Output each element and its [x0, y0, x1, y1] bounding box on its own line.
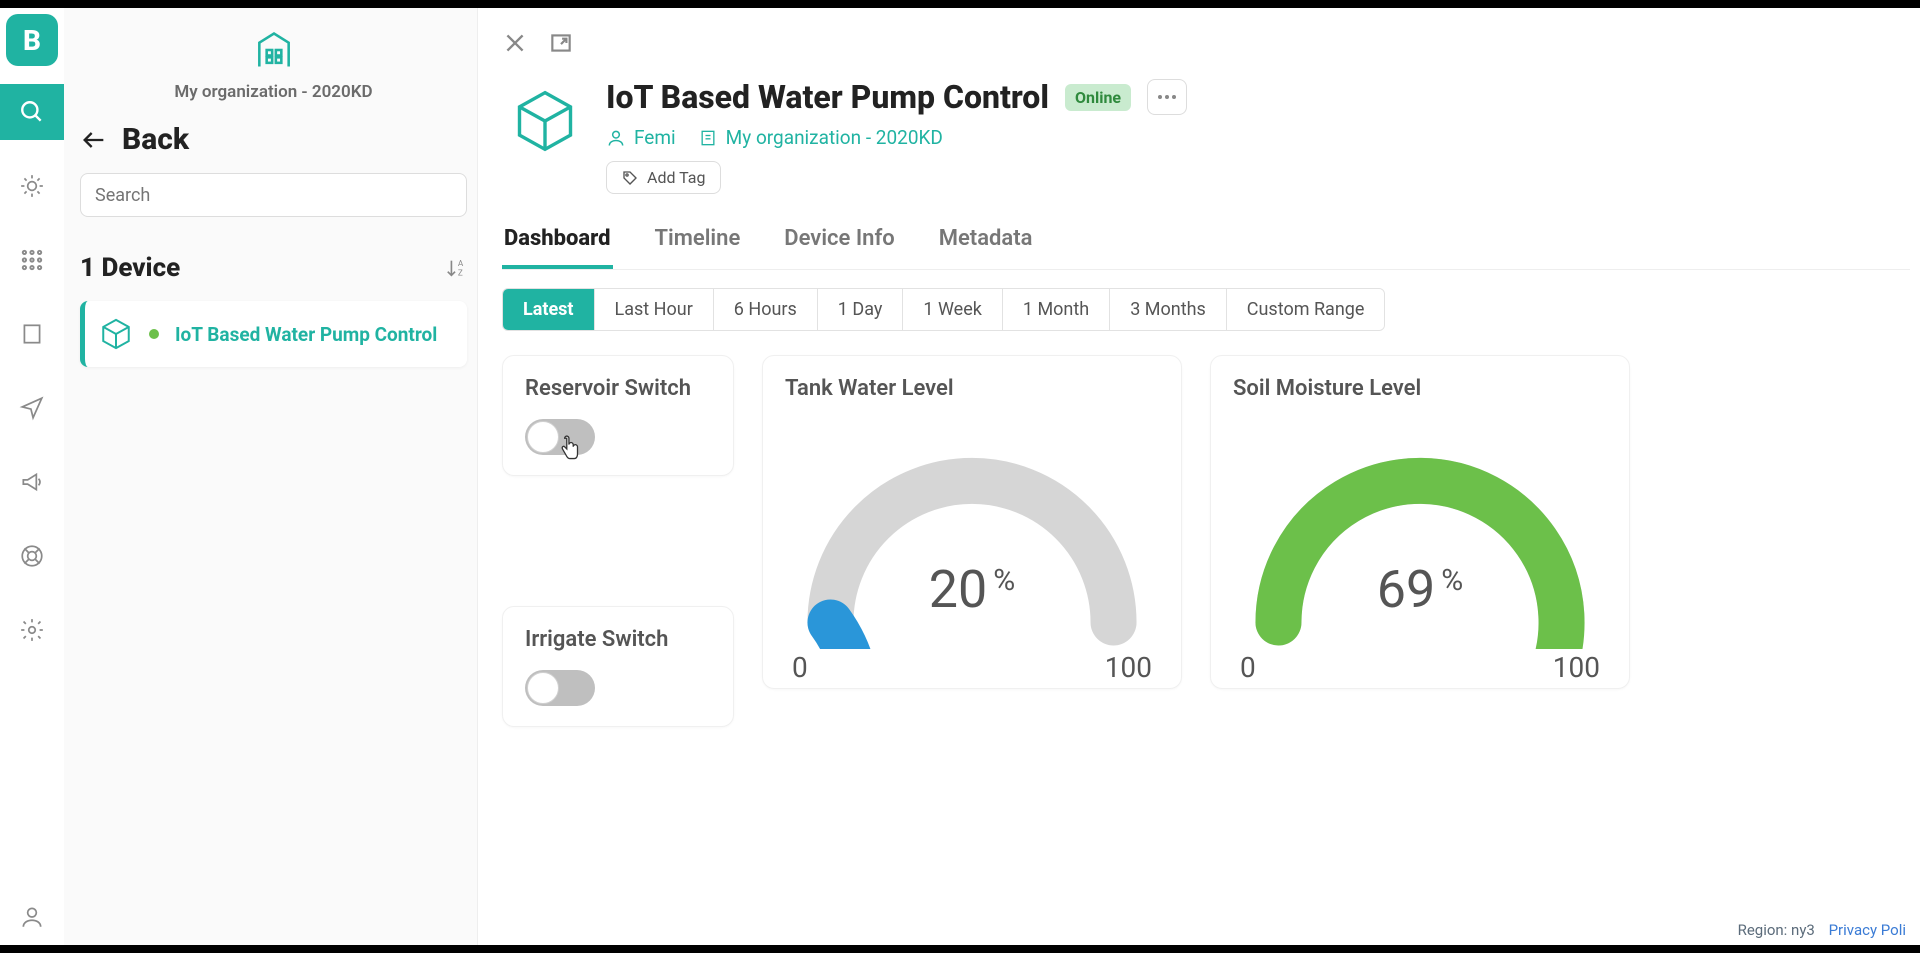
- tank-max: 100: [1105, 651, 1152, 684]
- irrigate-switch-card: Irrigate Switch: [502, 606, 734, 727]
- app-logo[interactable]: B: [6, 14, 58, 66]
- owner-link[interactable]: Femi: [606, 126, 676, 149]
- privacy-link[interactable]: Privacy Poli: [1829, 921, 1906, 939]
- lifebuoy-icon[interactable]: [0, 528, 64, 584]
- expand-button[interactable]: [548, 30, 574, 60]
- building-icon[interactable]: [0, 306, 64, 362]
- icon-rail: B: [0, 8, 64, 945]
- tank-value: 20%: [929, 559, 1015, 620]
- person-icon: [606, 128, 626, 148]
- grid-icon[interactable]: [0, 232, 64, 288]
- range-1-month[interactable]: 1 Month: [1003, 289, 1110, 330]
- owner-name: Femi: [634, 126, 676, 149]
- megaphone-icon[interactable]: [0, 454, 64, 510]
- device-list-item[interactable]: IoT Based Water Pump Control: [80, 301, 467, 367]
- tag-icon: [621, 169, 639, 187]
- range-latest[interactable]: Latest: [503, 289, 595, 330]
- cursor-hand-icon: [557, 435, 583, 465]
- device-count: 1 Device: [80, 253, 180, 283]
- device-title: IoT Based Water Pump Control: [606, 78, 1049, 116]
- widgets-row: Reservoir Switch Irrigate Switch Tank Wa…: [502, 355, 1910, 727]
- region-label: Region: ny3: [1738, 921, 1815, 939]
- range-last-hour[interactable]: Last Hour: [595, 289, 714, 330]
- range-1-week[interactable]: 1 Week: [903, 289, 1003, 330]
- sort-az-icon: AZ: [445, 256, 467, 280]
- back-button[interactable]: Back: [80, 116, 467, 173]
- add-tag-button[interactable]: Add Tag: [606, 161, 721, 194]
- soil-value: 69%: [1377, 559, 1463, 620]
- toggle-knob: [527, 421, 559, 453]
- irrigate-toggle[interactable]: [525, 670, 595, 706]
- more-button[interactable]: [1147, 79, 1187, 115]
- range-3-months[interactable]: 3 Months: [1110, 289, 1227, 330]
- org-name-inline: My organization - 2020KD: [726, 126, 943, 149]
- reservoir-title: Reservoir Switch: [525, 376, 711, 401]
- more-icon: [1157, 94, 1177, 100]
- soil-title: Soil Moisture Level: [1233, 376, 1607, 401]
- org-name: My organization - 2020KD: [80, 82, 467, 102]
- expand-icon: [548, 30, 574, 56]
- time-range-selector: LatestLast Hour6 Hours1 Day1 Week1 Month…: [502, 288, 1385, 331]
- main-panel: IoT Based Water Pump Control Online Femi…: [478, 8, 1920, 945]
- user-icon[interactable]: [0, 889, 64, 945]
- irrigate-title: Irrigate Switch: [525, 627, 711, 652]
- footer: Region: ny3 Privacy Poli: [1738, 921, 1906, 939]
- window-top-border: [0, 0, 1920, 8]
- cube-icon: [99, 317, 133, 351]
- reservoir-switch-card: Reservoir Switch: [502, 355, 734, 476]
- soil-max: 100: [1553, 651, 1600, 684]
- device-cube-icon: [510, 86, 580, 156]
- soil-min: 0: [1240, 651, 1256, 684]
- rail-search-icon[interactable]: [0, 84, 64, 140]
- tab-metadata[interactable]: Metadata: [937, 220, 1035, 269]
- range-6-hours[interactable]: 6 Hours: [714, 289, 818, 330]
- org-block[interactable]: My organization - 2020KD: [80, 22, 467, 116]
- window-bottom-border: [0, 945, 1920, 953]
- add-tag-label: Add Tag: [647, 168, 706, 187]
- status-badge: Online: [1065, 84, 1131, 111]
- tab-device-info[interactable]: Device Info: [782, 220, 896, 269]
- arrow-left-icon: [80, 126, 108, 154]
- device-name: IoT Based Water Pump Control: [175, 323, 437, 346]
- spark-icon[interactable]: [0, 158, 64, 214]
- tank-title: Tank Water Level: [785, 376, 1159, 401]
- tab-dashboard[interactable]: Dashboard: [502, 220, 613, 269]
- tank-min: 0: [792, 651, 808, 684]
- close-button[interactable]: [502, 30, 528, 60]
- tank-gauge-card: Tank Water Level 20% 0 100: [762, 355, 1182, 689]
- org-link[interactable]: My organization - 2020KD: [698, 126, 943, 149]
- gear-icon[interactable]: [0, 602, 64, 658]
- toggle-knob: [527, 672, 559, 704]
- reservoir-toggle[interactable]: [525, 419, 595, 455]
- svg-text:Z: Z: [458, 268, 463, 278]
- close-icon: [502, 30, 528, 56]
- back-label: Back: [122, 122, 189, 157]
- search-input[interactable]: [80, 173, 467, 217]
- range-custom-range[interactable]: Custom Range: [1227, 289, 1385, 330]
- device-header: IoT Based Water Pump Control Online Femi…: [502, 78, 1910, 194]
- org-icon: [698, 128, 718, 148]
- online-dot-icon: [149, 329, 159, 339]
- sidebar: My organization - 2020KD Back 1 Device A…: [64, 8, 478, 945]
- send-icon[interactable]: [0, 380, 64, 436]
- soil-gauge-card: Soil Moisture Level 69% 0 100: [1210, 355, 1630, 689]
- range-1-day[interactable]: 1 Day: [818, 289, 904, 330]
- sort-button[interactable]: AZ: [445, 256, 467, 280]
- tab-timeline[interactable]: Timeline: [653, 220, 743, 269]
- org-building-icon: [252, 28, 296, 72]
- tabs: Dashboard Timeline Device Info Metadata: [502, 220, 1910, 270]
